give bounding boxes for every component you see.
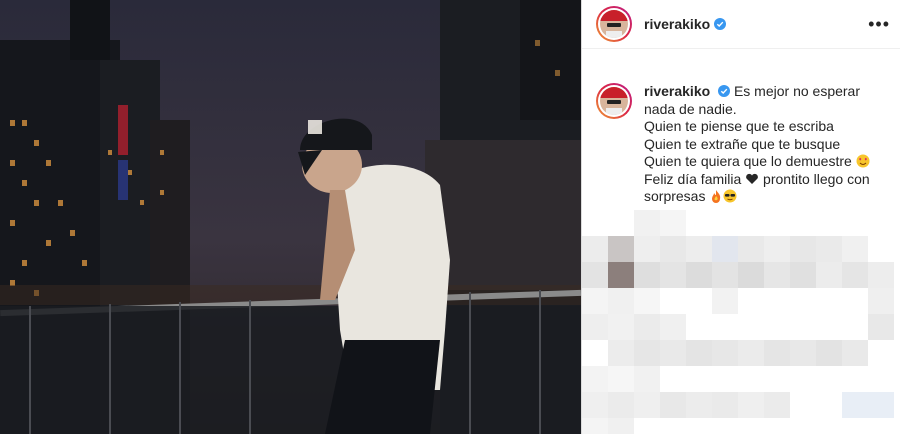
- caption-line: Feliz día familia prontito llego con: [644, 171, 884, 189]
- blurred-comments: [582, 210, 894, 434]
- caption-avatar[interactable]: [596, 83, 632, 119]
- caption-username[interactable]: riverakiko: [644, 83, 710, 99]
- caption-text: riverakiko Es mejor no esperar nada de n…: [644, 83, 884, 206]
- caption-line: sorpresas: [644, 188, 884, 206]
- more-options-icon[interactable]: •••: [868, 15, 890, 33]
- black-heart-emoji: [746, 173, 759, 184]
- fire-emoji: [712, 190, 721, 203]
- heart-eyes-emoji: [856, 154, 870, 168]
- caption-line: Quien te piense que te escriba: [644, 118, 834, 134]
- post-header: riverakiko •••: [582, 0, 900, 49]
- verified-badge-icon: [714, 18, 727, 30]
- caption-line-text: sorpresas: [644, 188, 706, 204]
- caption-line: Quien te extrañe que te busque: [644, 135, 841, 152]
- caption-line-text: Quien te quiera que lo demuestre: [644, 153, 852, 169]
- post-sidebar: riverakiko ••• riverakiko Es mejor no es…: [581, 0, 900, 434]
- caption: riverakiko Es mejor no esperar nada de n…: [582, 49, 900, 206]
- caption-line: Quien te quiera que lo demuestre: [644, 153, 884, 171]
- sunglasses-emoji: [723, 189, 737, 203]
- instagram-post: riverakiko ••• riverakiko Es mejor no es…: [0, 0, 900, 434]
- post-photo[interactable]: [0, 0, 581, 434]
- avatar[interactable]: [596, 6, 632, 42]
- caption-line-text: prontito llego con: [763, 170, 870, 187]
- caption-line-text: Feliz día familia: [644, 170, 742, 187]
- verified-badge-icon: [718, 85, 731, 97]
- post-username[interactable]: riverakiko: [644, 16, 710, 32]
